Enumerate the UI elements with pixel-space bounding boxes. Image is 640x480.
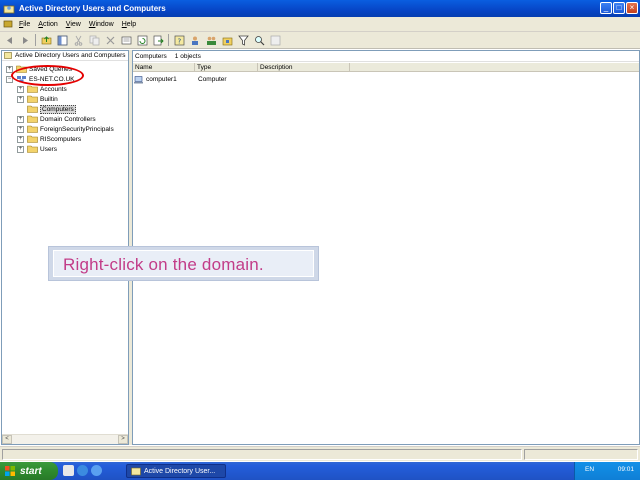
title-bar: Active Directory Users and Computers _ □…: [0, 0, 640, 17]
expand-icon[interactable]: +: [17, 95, 24, 103]
status-bar: [0, 446, 640, 461]
highlight-circle: [11, 65, 84, 86]
taskbar-button-active-directory[interactable]: Active Directory User...: [126, 464, 226, 478]
toolbar: ?: [0, 32, 640, 49]
folder-icon: [27, 85, 38, 93]
clock[interactable]: 09:01: [618, 466, 634, 473]
tree-item-users[interactable]: + Users: [17, 144, 57, 154]
find-icon[interactable]: [253, 34, 265, 46]
folder-icon: [27, 125, 38, 133]
console-root[interactable]: Active Directory Users and Computers: [2, 51, 128, 61]
object-count: 1 objects: [174, 52, 201, 60]
tree-label: RIScomputers: [40, 135, 82, 143]
toolbar-separator: [168, 34, 169, 46]
menu-window[interactable]: Window: [85, 21, 118, 28]
tree-label: Domain Controllers: [40, 115, 96, 123]
column-description[interactable]: Description: [258, 63, 350, 72]
container-name: Computers: [135, 52, 167, 60]
add-to-group-icon[interactable]: [269, 34, 281, 46]
menu-view[interactable]: View: [62, 21, 85, 28]
horizontal-scrollbar[interactable]: < >: [2, 434, 128, 444]
svg-text:?: ?: [177, 37, 181, 45]
status-cell-main: [2, 449, 522, 460]
item-type: Computer: [198, 76, 227, 83]
caption-text: Right-click on the domain.: [63, 255, 264, 274]
back-icon[interactable]: [3, 34, 15, 46]
taskbar-button-label: Active Directory User...: [144, 467, 216, 475]
windows-logo-icon: [5, 466, 15, 476]
list-item[interactable]: computer1 Computer: [133, 75, 352, 84]
media-player-icon[interactable]: [91, 465, 102, 476]
tutorial-caption: Right-click on the domain.: [48, 246, 319, 281]
expand-icon[interactable]: +: [17, 115, 24, 123]
column-name[interactable]: Name: [133, 63, 195, 72]
tree-item-domain-controllers[interactable]: + Domain Controllers: [17, 114, 96, 124]
folder-icon: [27, 135, 38, 143]
mmc-icon[interactable]: [3, 19, 13, 29]
create-user-icon[interactable]: [189, 34, 201, 46]
item-name: computer1: [146, 76, 177, 83]
tree-label-selected: Computers: [40, 104, 76, 114]
filter-icon[interactable]: [237, 34, 249, 46]
tree-label: Builtin: [40, 95, 58, 103]
item-description: [260, 75, 352, 84]
tree-label: Users: [40, 145, 57, 153]
create-ou-icon[interactable]: [221, 34, 233, 46]
folder-icon: [27, 95, 38, 103]
show-hide-tree-icon[interactable]: [56, 34, 68, 46]
column-type[interactable]: Type: [195, 63, 258, 72]
tree-item-foreign-security-principals[interactable]: + ForeignSecurityPrincipals: [17, 124, 114, 134]
start-label: start: [20, 465, 42, 477]
tree-item-builtin[interactable]: + Builtin: [17, 94, 58, 104]
tree-item-riscomputers[interactable]: + RIScomputers: [17, 134, 81, 144]
delete-icon[interactable]: [104, 34, 116, 46]
toolbar-separator: [35, 34, 36, 46]
scroll-right-button[interactable]: >: [118, 435, 128, 444]
menu-bar: File Action View Window Help: [0, 17, 640, 32]
copy-icon[interactable]: [88, 34, 100, 46]
window-title: Active Directory Users and Computers: [19, 4, 166, 13]
cut-icon[interactable]: [72, 34, 84, 46]
tree-item-computers[interactable]: Computers: [27, 104, 76, 114]
folder-icon: [27, 105, 38, 113]
start-button[interactable]: start: [0, 462, 58, 480]
menu-file[interactable]: File: [15, 21, 34, 28]
language-indicator[interactable]: EN: [585, 466, 594, 473]
export-list-icon[interactable]: [152, 34, 164, 46]
up-folder-icon[interactable]: [40, 34, 52, 46]
minimize-button[interactable]: _: [600, 2, 612, 14]
tree-label: ForeignSecurityPrincipals: [40, 125, 114, 133]
menu-action[interactable]: Action: [34, 21, 61, 28]
status-cell-secondary: [524, 449, 638, 460]
column-headers: Name Type Description: [133, 63, 639, 72]
menu-help[interactable]: Help: [118, 21, 140, 28]
expand-icon[interactable]: +: [17, 85, 24, 93]
ad-users-computers-icon: [3, 5, 15, 13]
tree-label: Accounts: [40, 85, 67, 93]
show-desktop-icon[interactable]: [63, 465, 74, 476]
internet-explorer-icon[interactable]: [77, 465, 88, 476]
forward-icon[interactable]: [19, 34, 31, 46]
close-button[interactable]: ×: [626, 2, 638, 14]
details-header: Computers 1 objects: [133, 51, 639, 62]
taskbar: start Active Directory User... EN 09:01: [0, 462, 640, 480]
ad-users-computers-icon: [4, 52, 12, 59]
properties-icon[interactable]: [120, 34, 132, 46]
expand-icon[interactable]: +: [17, 145, 24, 153]
expand-icon[interactable]: +: [17, 125, 24, 133]
help-icon[interactable]: ?: [173, 34, 185, 46]
expand-icon[interactable]: +: [17, 135, 24, 143]
scroll-left-button[interactable]: <: [2, 435, 12, 444]
create-group-icon[interactable]: [205, 34, 217, 46]
computer-icon: [134, 75, 144, 84]
folder-icon: [27, 115, 38, 123]
refresh-icon[interactable]: [136, 34, 148, 46]
maximize-button[interactable]: □: [613, 2, 625, 14]
ad-users-computers-icon: [131, 467, 141, 475]
folder-icon: [27, 145, 38, 153]
system-tray: EN 09:01: [574, 462, 640, 480]
console-root-label: Active Directory Users and Computers: [15, 52, 126, 59]
